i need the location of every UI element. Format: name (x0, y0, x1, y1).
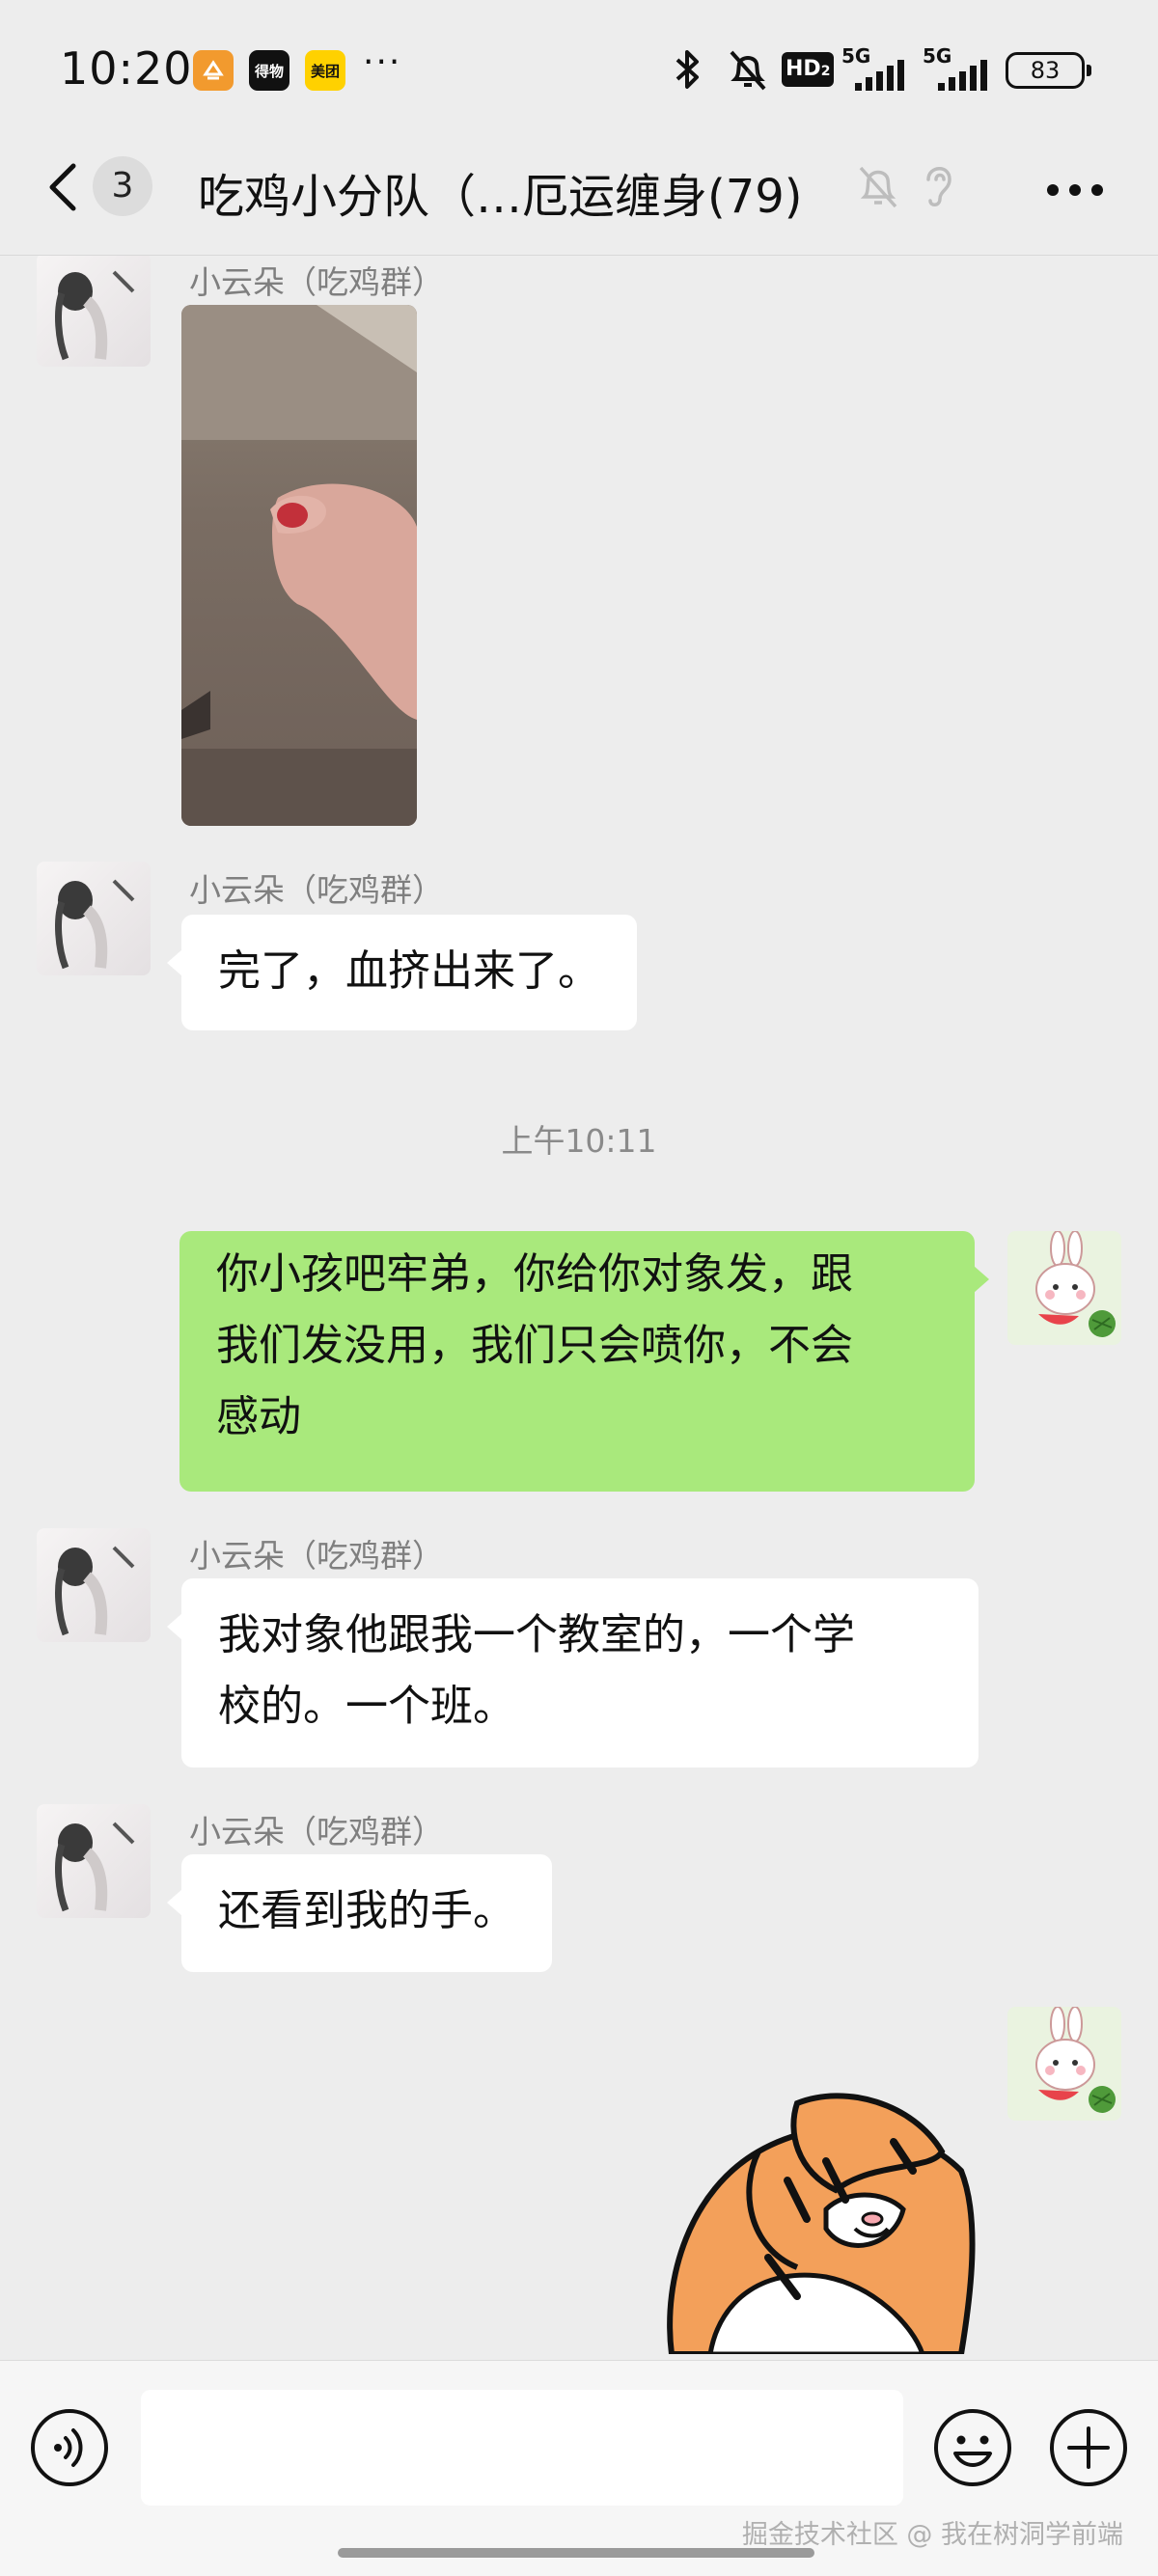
signal-strength-icon: 5G (841, 44, 909, 93)
girl-avatar-icon (55, 270, 135, 361)
message-text-line: 你小孩吧牢弟，你给你对象发，跟 (216, 1249, 853, 1299)
signal-strength-icon: 5G (923, 44, 996, 93)
emoji-icon[interactable] (932, 2407, 1013, 2488)
chat-header: 3 吃鸡小分队（…厄运缠身(79) (0, 135, 1158, 256)
sender-name: 小云朵（吃鸡群） (189, 1813, 444, 1850)
hd-sub-label: 2 (820, 64, 831, 79)
app-icon-label: 得物 (254, 62, 284, 80)
sender-avatar[interactable] (37, 1804, 151, 1918)
app-notification-icon: 得物 (249, 50, 290, 91)
sender-name: 小云朵（吃鸡群） (189, 1537, 444, 1575)
status-bar: 10:20 得物 美团 ··· HD2 5G 5G 83 (0, 0, 1158, 135)
image-message[interactable] (181, 305, 417, 826)
bunny-avatar-icon (1035, 2007, 1116, 2113)
bluetooth-icon (676, 50, 699, 89)
home-indicator[interactable] (338, 2548, 814, 2558)
hd-label: HD (786, 57, 821, 81)
back-arrow-icon[interactable] (39, 158, 87, 216)
status-time: 10:20 (60, 42, 193, 95)
unread-count-badge[interactable]: 3 (93, 156, 152, 216)
message-text: 完了，血挤出来了。 (218, 946, 600, 996)
chat-title[interactable]: 吃鸡小分队（…厄运缠身(79) (198, 158, 803, 226)
finger-photo-icon (181, 305, 417, 826)
sender-avatar[interactable] (37, 1528, 151, 1642)
add-attachment-icon[interactable] (1048, 2407, 1129, 2488)
girl-avatar-icon (55, 1822, 135, 1912)
my-avatar[interactable] (1007, 1231, 1121, 1345)
sender-avatar[interactable] (37, 862, 151, 975)
mute-bell-icon (730, 50, 766, 91)
app-notification-icon (193, 50, 234, 91)
chat-input-bar: 掘金技术社区 @ 我在树洞学前端 (0, 2360, 1158, 2576)
outgoing-message-bubble[interactable]: 你小孩吧牢弟，你给你对象发，跟 我们发没用，我们只会喷你，不会 感动 (179, 1231, 989, 1492)
battery-indicator: 83 (1006, 52, 1091, 89)
sender-name: 小云朵（吃鸡群） (189, 263, 444, 301)
girl-avatar-icon (55, 1546, 135, 1636)
watermark-text: 掘金技术社区 @ 我在树洞学前端 (741, 2520, 1123, 2550)
bunny-avatar-icon (1035, 1231, 1116, 1337)
message-input[interactable] (141, 2390, 903, 2506)
app-icon-label: 美团 (310, 62, 340, 80)
girl-avatar-icon (55, 879, 135, 970)
sender-avatar[interactable] (37, 256, 151, 367)
incoming-message-bubble[interactable]: 我对象他跟我一个教室的，一个学 校的。一个班。 (167, 1578, 979, 1768)
earpiece-mode-icon (926, 167, 951, 206)
message-timestamp: 上午10:11 (501, 1122, 657, 1160)
message-text: 还看到我的手。 (218, 1886, 515, 1935)
incoming-message-bubble[interactable]: 完了，血挤出来了。 (167, 915, 637, 1030)
tiger-facepalm-sticker[interactable] (652, 2065, 980, 2354)
mute-notification-icon (859, 166, 897, 208)
message-text-line: 感动 (216, 1392, 301, 1441)
hd-voice-icon: HD2 (782, 46, 836, 93)
voice-input-icon[interactable] (29, 2407, 110, 2488)
sender-name: 小云朵（吃鸡群） (189, 871, 444, 909)
more-options-icon[interactable] (1046, 183, 1104, 197)
app-notification-icon: 美团 (305, 50, 345, 91)
message-text-line: 我们发没用，我们只会喷你，不会 (216, 1321, 853, 1370)
incoming-message-bubble[interactable]: 还看到我的手。 (167, 1854, 552, 1972)
my-avatar[interactable] (1007, 2007, 1121, 2121)
more-notifications-icon: ··· (363, 42, 402, 82)
message-text-line: 我对象他跟我一个教室的，一个学 (218, 1610, 855, 1659)
message-text-line: 校的。一个班。 (218, 1682, 515, 1731)
